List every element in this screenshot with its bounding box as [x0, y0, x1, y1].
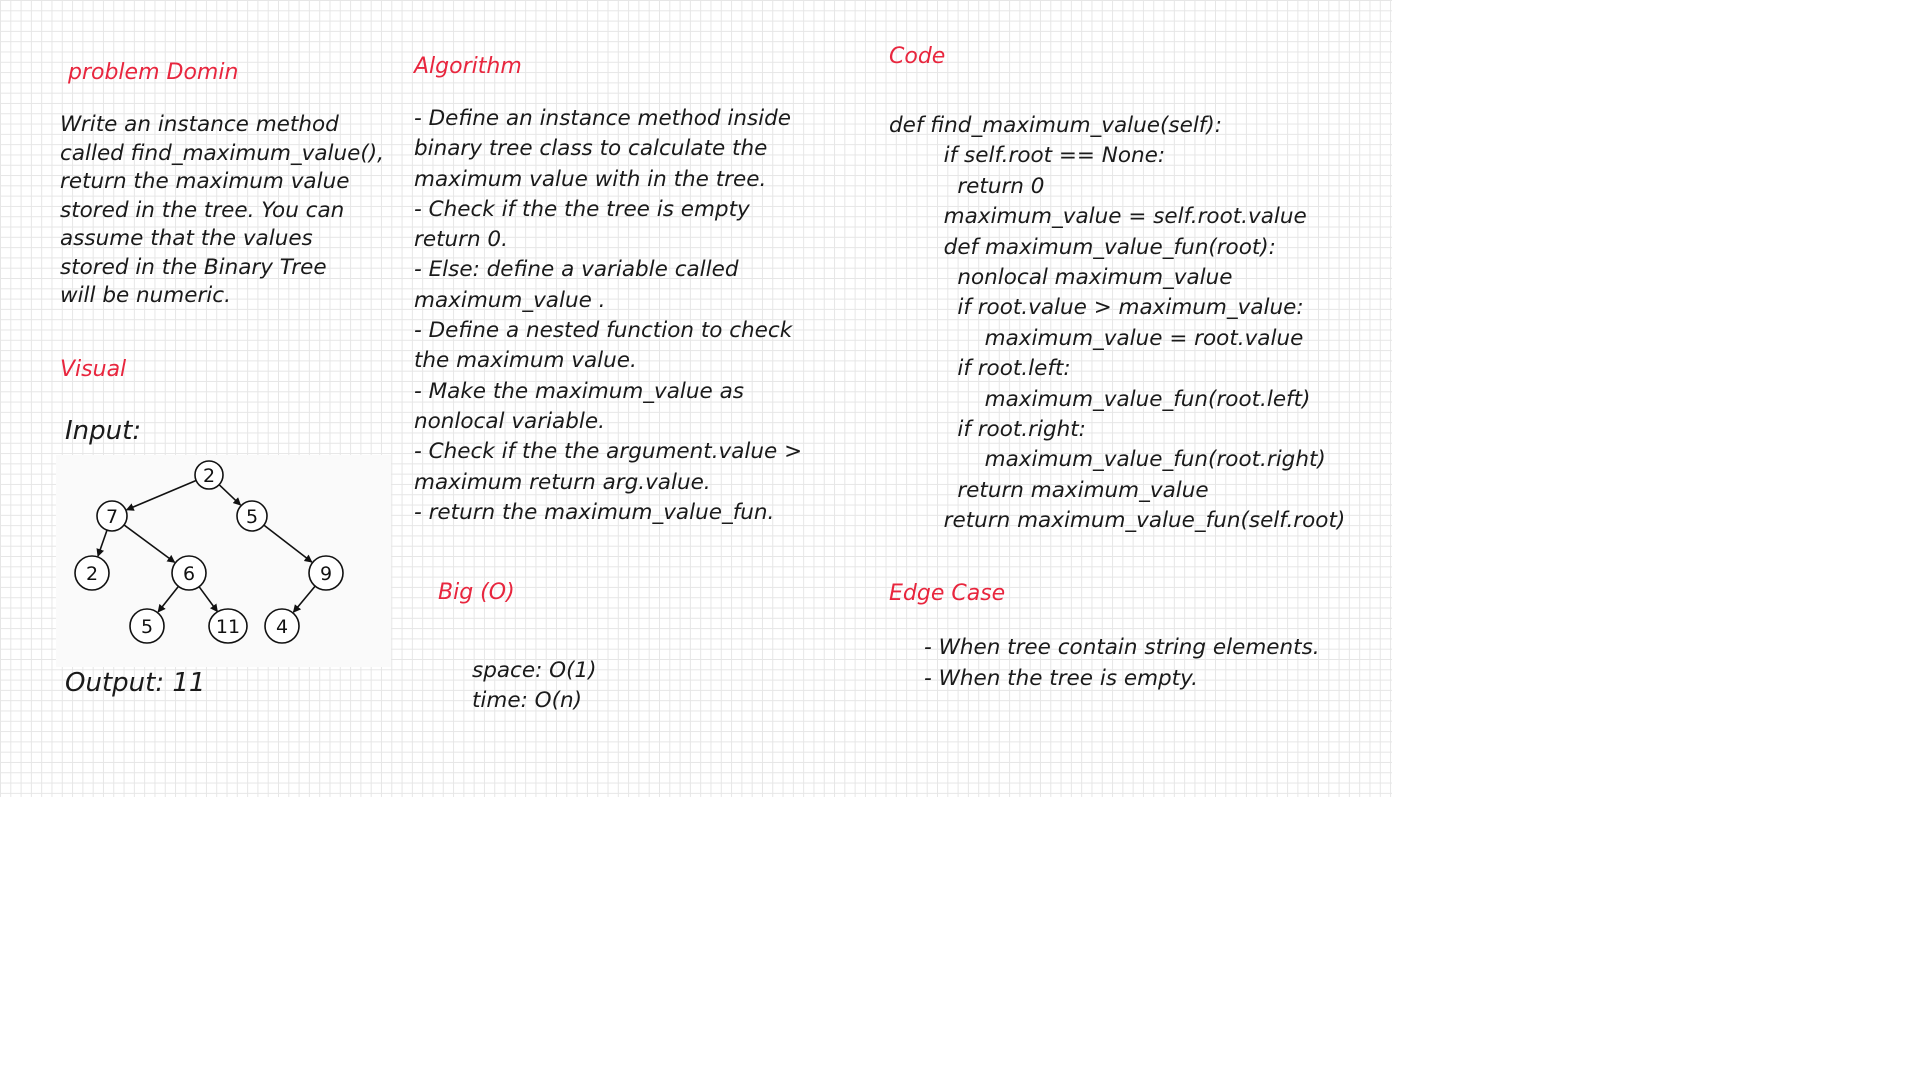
tree-node-value: 7 — [106, 506, 118, 528]
code-line: maximum_value = self.root.value — [889, 204, 1307, 230]
edge-case-heading: Edge Case — [889, 581, 1006, 606]
tree-node: 5 — [129, 608, 165, 644]
output-label: Output: 11 — [65, 668, 206, 698]
problem-domain-heading: problem Domin — [68, 60, 239, 85]
algorithm-text: - Define an instance method inside binar… — [414, 104, 802, 528]
visual-heading: Visual — [60, 357, 127, 382]
problem-line: return the maximum value — [60, 169, 350, 194]
problem-line: stored in the tree. You can — [60, 197, 345, 223]
tree-node: 2 — [194, 460, 224, 490]
tree-node-value: 2 — [86, 563, 98, 585]
tree-node: 7 — [96, 500, 128, 532]
tree-edge-arrow — [292, 585, 316, 613]
big-o-text: space: O(1) time: O(n) — [472, 656, 597, 716]
tree-node-value: 5 — [246, 506, 258, 528]
algorithm-line: maximum return arg.value. — [414, 469, 711, 495]
algorithm-line: maximum_value . — [414, 287, 606, 313]
algorithm-line: - Define an instance method inside — [414, 106, 792, 131]
tree-node: 5 — [236, 500, 268, 532]
algorithm-line: the maximum value. — [414, 348, 637, 374]
tree-edge-arrow — [198, 586, 218, 613]
code-line: maximum_value = root.value — [889, 325, 1304, 351]
big-o-heading: Big (O) — [438, 580, 515, 605]
code-line: return maximum_value_fun(self.root) — [889, 508, 1346, 534]
edge-case-text: - When tree contain string elements. - W… — [924, 633, 1320, 694]
algorithm-line: - Check if the the tree is empty — [414, 196, 750, 222]
code-line: maximum_value_fun(root.left) — [889, 386, 1311, 412]
tree-edge-arrow — [218, 484, 242, 506]
algorithm-line: return 0. — [414, 227, 508, 253]
problem-line: assume that the values — [60, 226, 313, 251]
algorithm-line: - Define a nested function to check — [414, 318, 793, 344]
code-line: return maximum_value — [889, 477, 1209, 503]
code-line: nonlocal maximum_value — [889, 265, 1233, 291]
tree-node: 11 — [208, 608, 248, 644]
tree-node: 9 — [308, 555, 344, 591]
input-label: Input: — [65, 416, 142, 446]
tree-node: 4 — [264, 608, 300, 644]
tree-node-value: 9 — [320, 563, 332, 585]
algorithm-line: nonlocal variable. — [414, 408, 605, 434]
algorithm-line: - return the maximum_value_fun. — [414, 499, 775, 525]
tree-node-value: 5 — [141, 616, 153, 638]
grid-board: problem Domin Write an instance method c… — [0, 0, 1392, 797]
problem-line: called find_maximum_value(), — [60, 140, 384, 166]
tree-edge-arrow — [263, 524, 313, 563]
problem-domain-text: Write an instance method called find_max… — [60, 111, 384, 311]
code-heading: Code — [889, 44, 946, 69]
code-line: if self.root == None: — [889, 143, 1166, 169]
binary-tree-svg: 2 7 5 2 6 9 5 11 4 — [74, 460, 344, 644]
code-block: def find_maximum_value(self): if self.ro… — [889, 111, 1345, 537]
code-line: if root.right: — [889, 417, 1086, 443]
binary-tree-diagram: 2 7 5 2 6 9 5 11 4 — [56, 455, 391, 667]
code-line: maximum_value_fun(root.right) — [889, 447, 1326, 473]
algorithm-line: maximum value with in the tree. — [414, 166, 767, 192]
time-complexity: time: O(n) — [472, 688, 582, 713]
algorithm-line: - Check if the the argument.value > — [414, 439, 803, 465]
tree-edge-arrow — [96, 529, 108, 557]
edge-case-item: - When tree contain string elements. — [924, 635, 1320, 660]
tree-node-value: 2 — [203, 465, 215, 487]
problem-line: Write an instance method — [60, 112, 339, 137]
algorithm-heading: Algorithm — [414, 54, 522, 79]
tree-node-value: 4 — [276, 616, 288, 638]
edge-case-item: - When the tree is empty. — [924, 665, 1198, 691]
problem-line: stored in the Binary Tree — [60, 254, 327, 280]
code-line: if root.value > maximum_value: — [889, 295, 1304, 321]
tree-node: 2 — [74, 555, 110, 591]
tree-edge-arrow — [157, 585, 180, 613]
code-line: def find_maximum_value(self): — [889, 113, 1222, 138]
code-line: return 0 — [889, 173, 1045, 199]
code-line: def maximum_value_fun(root): — [889, 234, 1276, 260]
code-line: if root.left: — [889, 356, 1071, 382]
algorithm-line: - Else: define a variable called — [414, 257, 739, 283]
algorithm-line: - Make the maximum_value as — [414, 378, 744, 404]
tree-edge-arrow — [125, 479, 197, 511]
problem-line: will be numeric. — [60, 283, 231, 308]
space-complexity: space: O(1) — [472, 658, 597, 683]
algorithm-line: binary tree class to calculate the — [414, 136, 768, 162]
tree-edge-arrow — [123, 524, 176, 563]
tree-node: 6 — [171, 555, 207, 591]
tree-node-value: 11 — [216, 616, 240, 638]
tree-node-value: 6 — [183, 563, 195, 585]
